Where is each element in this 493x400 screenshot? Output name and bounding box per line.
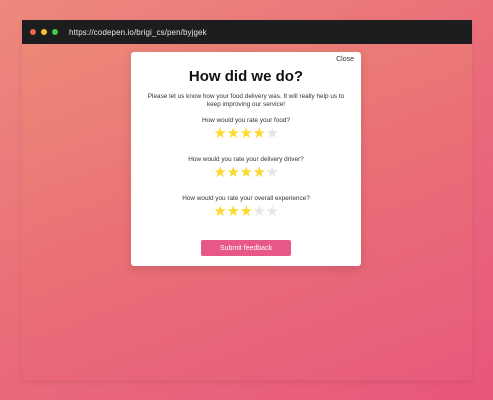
browser-titlebar: https://codepen.io/brigi_cs/pen/byjgek <box>22 20 472 44</box>
modal-title: How did we do? <box>188 68 304 85</box>
question-food: How would you rate your food? ★ ★ ★ ★ ★ <box>131 117 361 141</box>
close-button[interactable]: Close <box>336 56 354 63</box>
star-rating: ★ ★ ★ ★ ★ <box>131 126 361 141</box>
star-icon[interactable]: ★ <box>266 204 279 219</box>
star-icon[interactable]: ★ <box>266 165 279 180</box>
star-icon[interactable]: ★ <box>240 126 253 141</box>
star-icon[interactable]: ★ <box>253 165 266 180</box>
star-icon[interactable]: ★ <box>240 165 253 180</box>
feedback-modal: Close How did we do? Please let us know … <box>131 52 361 266</box>
star-icon[interactable]: ★ <box>227 165 240 180</box>
star-icon[interactable]: ★ <box>240 204 253 219</box>
star-rating: ★ ★ ★ ★ ★ <box>131 165 361 180</box>
question-driver: How would you rate your delivery driver?… <box>131 156 361 180</box>
star-icon[interactable]: ★ <box>227 204 240 219</box>
question-label: How would you rate your food? <box>201 117 291 125</box>
address-bar-url[interactable]: https://codepen.io/brigi_cs/pen/byjgek <box>69 28 207 37</box>
question-label: How would you rate your delivery driver? <box>188 156 304 164</box>
star-icon[interactable]: ★ <box>214 204 227 219</box>
star-icon[interactable]: ★ <box>253 204 266 219</box>
close-window-button[interactable] <box>30 29 36 35</box>
star-rating: ★ ★ ★ ★ ★ <box>131 204 361 219</box>
submit-feedback-button[interactable]: Submit feedback <box>201 240 291 257</box>
star-icon[interactable]: ★ <box>253 126 266 141</box>
star-icon[interactable]: ★ <box>266 126 279 141</box>
question-overall: How would you rate your overall experien… <box>131 195 361 219</box>
star-icon[interactable]: ★ <box>214 165 227 180</box>
intro-text: Please let us know how your food deliver… <box>147 93 345 108</box>
star-icon[interactable]: ★ <box>227 126 240 141</box>
star-icon[interactable]: ★ <box>214 126 227 141</box>
minimize-window-button[interactable] <box>41 29 47 35</box>
question-label: How would you rate your overall experien… <box>182 195 310 203</box>
maximize-window-button[interactable] <box>52 29 58 35</box>
